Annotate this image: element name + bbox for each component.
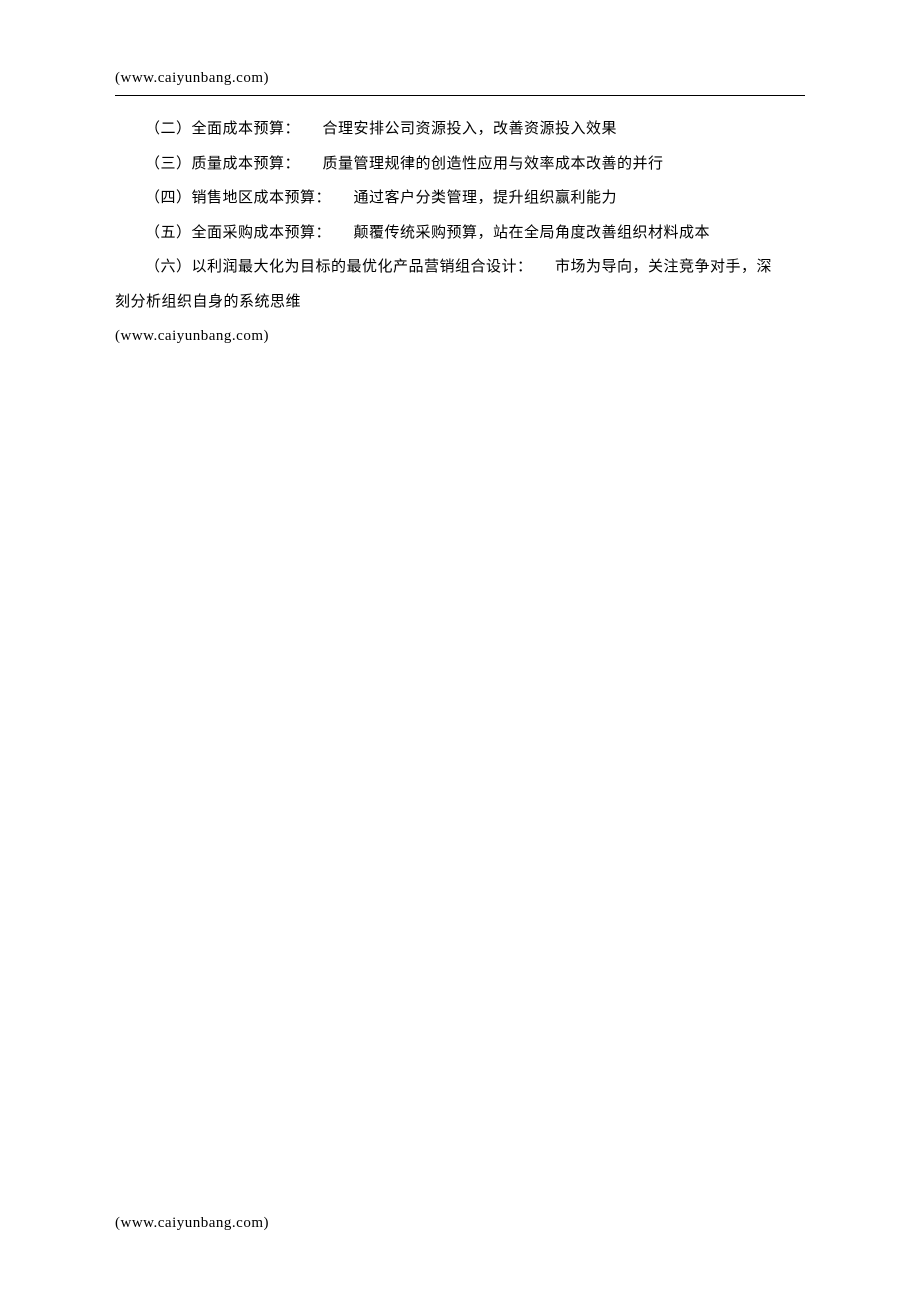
- footer-url-text: (www.caiyunbang.com): [115, 1215, 269, 1232]
- document-page: (www.caiyunbang.com) （二）全面成本预算： 合理安排公司资源投…: [0, 0, 920, 354]
- item-label: （六）以利润最大化为目标的最优化产品营销组合设计：: [145, 259, 533, 275]
- item-label: （四）销售地区成本预算：: [145, 190, 331, 206]
- item-desc: 颠覆传统采购预算，站在全局角度改善组织材料成本: [354, 225, 711, 241]
- list-item: （六）以利润最大化为目标的最优化产品营销组合设计： 市场为导向，关注竞争对手，深: [115, 250, 805, 285]
- item-desc: 合理安排公司资源投入，改善资源投入效果: [323, 121, 618, 137]
- item-label: （三）质量成本预算：: [145, 156, 300, 172]
- item-desc: 质量管理规律的创造性应用与效率成本改善的并行: [323, 156, 664, 172]
- list-item: （三）质量成本预算： 质量管理规律的创造性应用与效率成本改善的并行: [115, 147, 805, 182]
- item-desc: 通过客户分类管理，提升组织赢利能力: [354, 190, 618, 206]
- item-label: （二）全面成本预算：: [145, 121, 300, 137]
- item-label: （五）全面采购成本预算：: [145, 225, 331, 241]
- list-item: （四）销售地区成本预算： 通过客户分类管理，提升组织赢利能力: [115, 181, 805, 216]
- list-item: （五）全面采购成本预算： 颠覆传统采购预算，站在全局角度改善组织材料成本: [115, 216, 805, 251]
- mid-url-text: (www.caiyunbang.com): [115, 319, 805, 354]
- header-divider: [115, 95, 805, 96]
- continuation-line: 刻分析组织自身的系统思维: [115, 285, 805, 320]
- list-item: （二）全面成本预算： 合理安排公司资源投入，改善资源投入效果: [115, 112, 805, 147]
- item-desc: 市场为导向，关注竞争对手，深: [555, 259, 772, 275]
- header-url-text: (www.caiyunbang.com): [115, 70, 805, 87]
